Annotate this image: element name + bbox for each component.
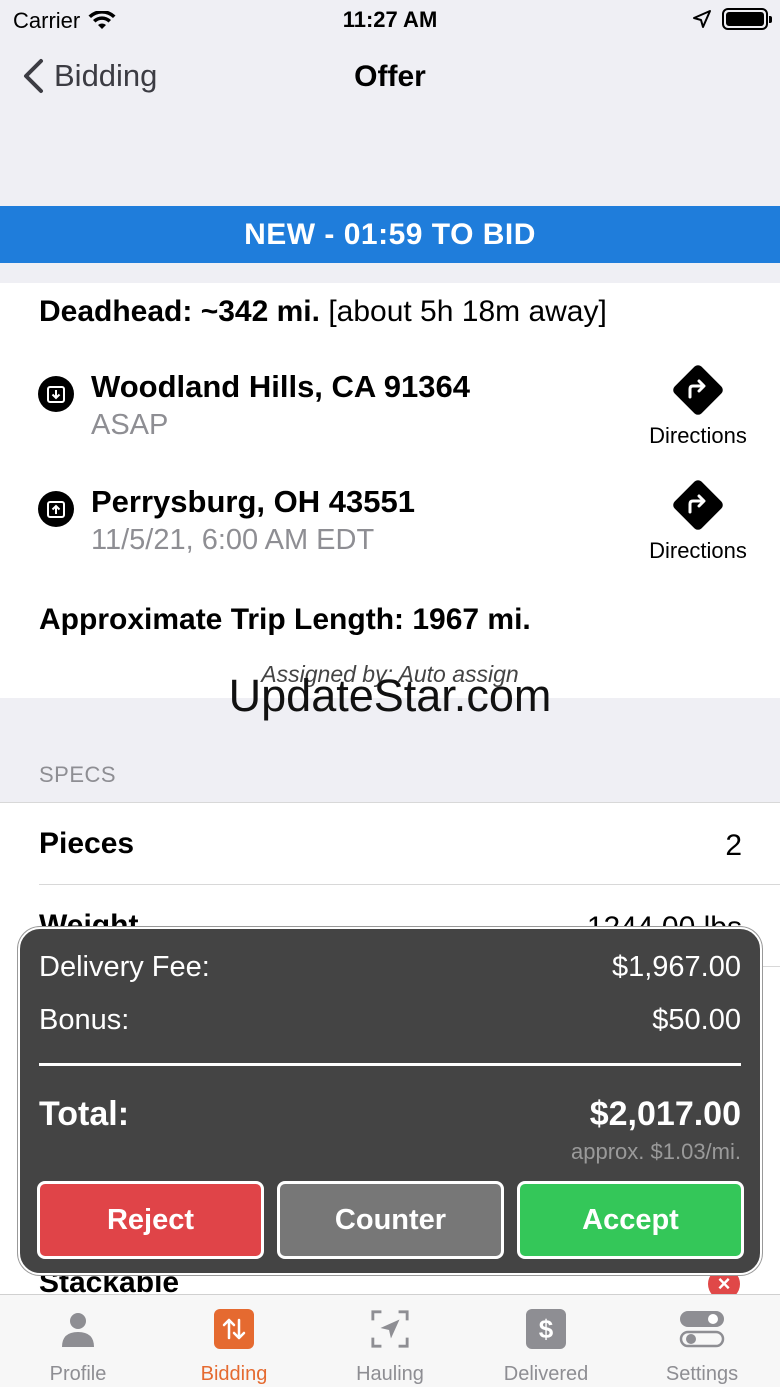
- trip-length: Approximate Trip Length: 1967 mi.: [39, 603, 531, 636]
- arrows-updown-icon: [214, 1309, 254, 1349]
- dollar-icon: $: [526, 1309, 566, 1349]
- per-mile-rate: approx. $1.03/mi.: [571, 1139, 741, 1164]
- total-value: $2,017.00: [589, 1095, 741, 1133]
- directions-label: Directions: [649, 538, 747, 563]
- tab-settings[interactable]: Settings: [624, 1295, 780, 1387]
- directions-icon: [671, 478, 725, 532]
- pickup-city: Woodland Hills, CA 91364: [91, 369, 470, 404]
- dropoff-time: 11/5/21, 6:00 AM EDT: [91, 524, 375, 556]
- watermark: UpdateStar.com: [228, 670, 552, 721]
- tab-delivered[interactable]: $ Delivered: [468, 1295, 624, 1387]
- offer-details: Deadhead: ~342 mi. [about 5h 18m away] W…: [0, 283, 780, 698]
- specs-header: SPECS: [39, 762, 117, 787]
- spec-row-pieces: Pieces 2: [39, 803, 780, 885]
- clock: 11:27 AM: [342, 7, 438, 32]
- tab-label: Delivered: [503, 1363, 589, 1385]
- pickup-box-icon: [38, 376, 74, 412]
- tab-hauling[interactable]: Hauling: [312, 1295, 468, 1387]
- tab-label: Settings: [665, 1363, 739, 1385]
- navigation-icon: [370, 1309, 410, 1349]
- toggles-icon: [679, 1309, 725, 1349]
- tab-bidding[interactable]: Bidding: [156, 1295, 312, 1387]
- directions-icon: [671, 363, 725, 417]
- delivery-fee-row: Delivery Fee: $1,967.00: [39, 951, 741, 984]
- deadhead: Deadhead: ~342 mi. [about 5h 18m away]: [39, 295, 607, 329]
- total-label: Total:: [39, 1095, 130, 1133]
- tab-label: Hauling: [356, 1363, 424, 1385]
- reject-button[interactable]: Reject: [37, 1181, 264, 1259]
- pickup-directions-button[interactable]: Directions: [638, 363, 758, 449]
- navigation-bar: Bidding Offer: [0, 42, 780, 118]
- dropoff-stop: Perrysburg, OH 43551 11/5/21, 6:00 AM ED…: [38, 478, 758, 574]
- pickup-stop: Woodland Hills, CA 91364 ASAP Directions: [38, 363, 758, 459]
- total-row: Total: $2,017.00: [39, 1095, 741, 1134]
- deadhead-eta: [about 5h 18m away]: [328, 295, 607, 328]
- bonus-row: Bonus: $50.00: [39, 1004, 741, 1037]
- tab-label: Profile: [49, 1363, 107, 1385]
- bonus-value: $50.00: [652, 1004, 741, 1036]
- spec-label: Pieces: [39, 827, 135, 860]
- deadhead-distance: Deadhead: ~342 mi.: [39, 295, 320, 328]
- location-arrow-icon: [693, 10, 711, 28]
- spec-value: 2: [725, 829, 742, 862]
- tab-label: Bidding: [200, 1363, 268, 1385]
- dropoff-city: Perrysburg, OH 43551: [91, 484, 415, 519]
- battery-icon: [722, 8, 772, 30]
- bid-timer-banner: NEW - 01:59 TO BID: [0, 206, 780, 263]
- page-title: Offer: [354, 60, 426, 93]
- status-bar: Carrier 11:27 AM: [0, 0, 780, 42]
- pickup-time: ASAP: [91, 409, 169, 441]
- counter-button[interactable]: Counter: [277, 1181, 504, 1259]
- accept-button[interactable]: Accept: [517, 1181, 744, 1259]
- dropoff-directions-button[interactable]: Directions: [638, 478, 758, 564]
- directions-label: Directions: [649, 423, 747, 448]
- dropoff-box-icon: [38, 491, 74, 527]
- person-icon: [58, 1309, 98, 1349]
- price-panel: Delivery Fee: $1,967.00 Bonus: $50.00 To…: [18, 927, 762, 1275]
- divider: [39, 1063, 741, 1066]
- tab-bar: Profile Bidding Hauling $ Delivered Sett…: [0, 1294, 780, 1387]
- delivery-fee-label: Delivery Fee:: [39, 951, 210, 983]
- tab-profile[interactable]: Profile: [0, 1295, 156, 1387]
- bonus-label: Bonus:: [39, 1004, 130, 1036]
- delivery-fee-value: $1,967.00: [611, 951, 741, 983]
